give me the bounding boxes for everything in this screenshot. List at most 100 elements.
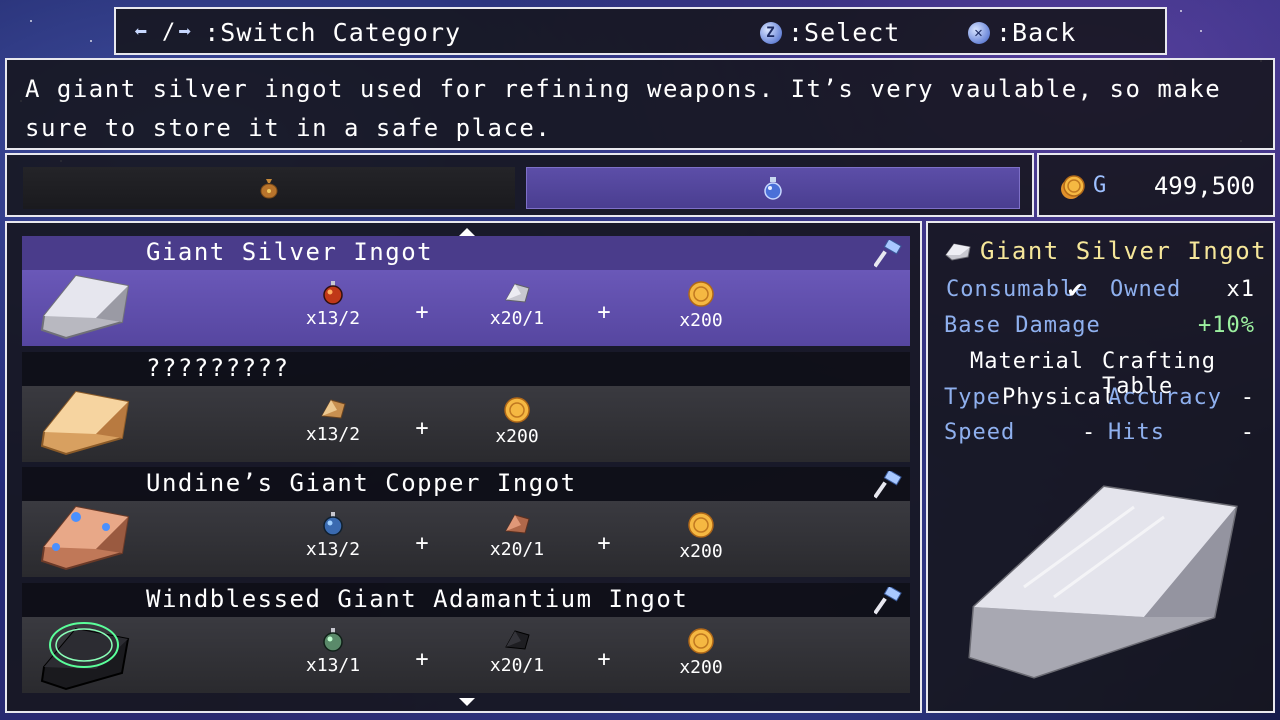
ingredient-qty: x13/2: [305, 424, 361, 445]
ingredient-slot: x200: [666, 627, 736, 678]
red-orb-icon: [323, 281, 343, 305]
category-tabs: [5, 153, 1034, 217]
select-label: :Select: [788, 18, 901, 47]
hammer-icon: [874, 240, 902, 268]
detail-item-name: Giant Silver Ingot: [980, 237, 1268, 265]
gold-coin-icon: [688, 628, 714, 654]
base-damage-label: Base Damage: [944, 313, 1101, 338]
accuracy-value: -: [1240, 385, 1255, 410]
speed-value: -: [1082, 420, 1097, 445]
ingredient-qty: x200: [679, 657, 723, 678]
dark-ore-icon: [505, 630, 530, 650]
recipe-name: Undine’s Giant Copper Ingot: [146, 469, 577, 497]
gold-amount: 499,500: [1153, 172, 1255, 200]
plus-separator: +: [415, 416, 429, 441]
gold-ingot-icon: [40, 390, 130, 456]
speed-label: Speed: [944, 420, 1016, 445]
gold-coin-icon: [688, 281, 714, 307]
copper-ore-icon: [505, 514, 530, 534]
recipe-row-windblessed-giant-adamantium-ingot[interactable]: Windblessed Giant Adamantium Ingot x13/1…: [22, 583, 910, 693]
left-arrow-icon: ⬅: [134, 19, 149, 45]
plus-separator: +: [597, 531, 611, 556]
silver-ore-icon: [505, 283, 530, 303]
plus-separator: +: [415, 531, 429, 556]
hammer-icon: [874, 587, 902, 615]
ingredient-slot: x13/1: [298, 627, 368, 676]
hits-label: Hits: [1108, 420, 1165, 445]
z-button-icon: Z: [760, 21, 782, 44]
ingredient-qty: x13/2: [305, 308, 361, 329]
switch-category-hint: ⬅ / ➡ :Switch Category: [134, 18, 461, 47]
silver-ingot-icon: [945, 243, 971, 261]
base-damage-value: +10%: [1198, 313, 1255, 338]
copper-ingot-icon: [40, 505, 130, 571]
hammer-icon: [874, 471, 902, 499]
recipe-row-unknown[interactable]: ????????? x13/2 + x200: [22, 352, 910, 462]
ingredient-slot: x13/2: [298, 280, 368, 329]
item-detail-panel: Giant Silver Ingot Consumable ✔ Owned x1…: [926, 221, 1275, 713]
ingredient-qty: x20/1: [489, 308, 545, 329]
green-orb-icon: [323, 628, 343, 652]
gold-unit: G: [1093, 173, 1107, 198]
blue-orb-icon: [323, 512, 343, 536]
back-label: :Back: [996, 18, 1077, 47]
scroll-down-arrow-icon[interactable]: [459, 698, 475, 706]
ingredient-qty: x20/1: [489, 539, 545, 560]
key-hint-bar: ⬅ / ➡ :Switch Category Z :Select ✕ :Back: [114, 7, 1167, 55]
recipe-row-giant-silver-ingot[interactable]: Giant Silver Ingot x13/2 + x20/1 + x200: [22, 236, 910, 346]
back-hint[interactable]: ✕ :Back: [968, 18, 1076, 47]
scroll-up-arrow-icon[interactable]: [459, 228, 475, 236]
recipe-name: ?????????: [146, 354, 290, 382]
silver-ingot-icon: [40, 274, 130, 340]
category-material: Material: [970, 349, 1084, 374]
ingredient-slot: x13/2: [298, 511, 368, 560]
item-description-text: A giant silver ingot used for refining w…: [25, 75, 1222, 142]
tab-items[interactable]: [23, 167, 515, 209]
recipe-name: Giant Silver Ingot: [146, 238, 434, 266]
item-description-box: A giant silver ingot used for refining w…: [5, 58, 1275, 150]
ingredient-slot: x200: [482, 396, 552, 447]
hits-value: -: [1240, 420, 1255, 445]
right-arrow-icon: ➡: [178, 19, 193, 45]
adamantium-ingot-icon: [40, 622, 130, 691]
ingredient-slot: x13/2: [298, 396, 368, 445]
x-button-icon: ✕: [968, 21, 990, 44]
ingredient-qty: x20/1: [489, 655, 545, 676]
owned-label: Owned: [1110, 277, 1182, 302]
ingredient-qty: x13/2: [305, 539, 361, 560]
plus-separator: +: [415, 647, 429, 672]
recipe-list: Giant Silver Ingot x13/2 + x20/1 + x200 …: [5, 221, 922, 713]
ingredient-qty: x200: [679, 541, 723, 562]
bag-icon: [260, 179, 278, 199]
owned-value: x1: [1226, 277, 1255, 302]
recipe-row-body: [22, 386, 910, 462]
slash-separator: /: [162, 20, 177, 45]
recipe-name: Windblessed Giant Adamantium Ingot: [146, 585, 689, 613]
ingredient-slot: x20/1: [482, 280, 552, 329]
recipe-row-undines-giant-copper-ingot[interactable]: Undine’s Giant Copper Ingot x13/2 + x20/…: [22, 467, 910, 577]
recipe-row-body: [22, 501, 910, 577]
gold-ore-icon: [321, 399, 346, 419]
ingredient-slot: x20/1: [482, 511, 552, 560]
switch-category-label: :Switch Category: [204, 18, 462, 47]
gold-coin-icon: [688, 512, 714, 538]
type-value: Physical: [1002, 385, 1116, 410]
detail-title: Giant Silver Ingot: [944, 237, 1267, 265]
recipe-row-body: [22, 270, 910, 346]
tab-materials[interactable]: [526, 167, 1020, 209]
plus-separator: +: [597, 300, 611, 325]
gold-coin-icon: [504, 397, 530, 423]
type-label: Type: [944, 385, 1001, 410]
ingredient-qty: x200: [679, 310, 723, 331]
ingredient-slot: x20/1: [482, 627, 552, 676]
recipe-row-body: [22, 617, 910, 693]
select-hint[interactable]: Z :Select: [760, 18, 900, 47]
item-large-illustration: [968, 485, 1238, 679]
ingredient-slot: x200: [666, 511, 736, 562]
ingredient-slot: x200: [666, 280, 736, 331]
gold-coin-icon: [1061, 175, 1085, 199]
potion-icon: [764, 177, 782, 200]
accuracy-label: Accuracy: [1108, 385, 1222, 410]
gold-display: G 499,500: [1037, 153, 1275, 217]
consumable-check-icon: ✔: [1068, 275, 1084, 303]
